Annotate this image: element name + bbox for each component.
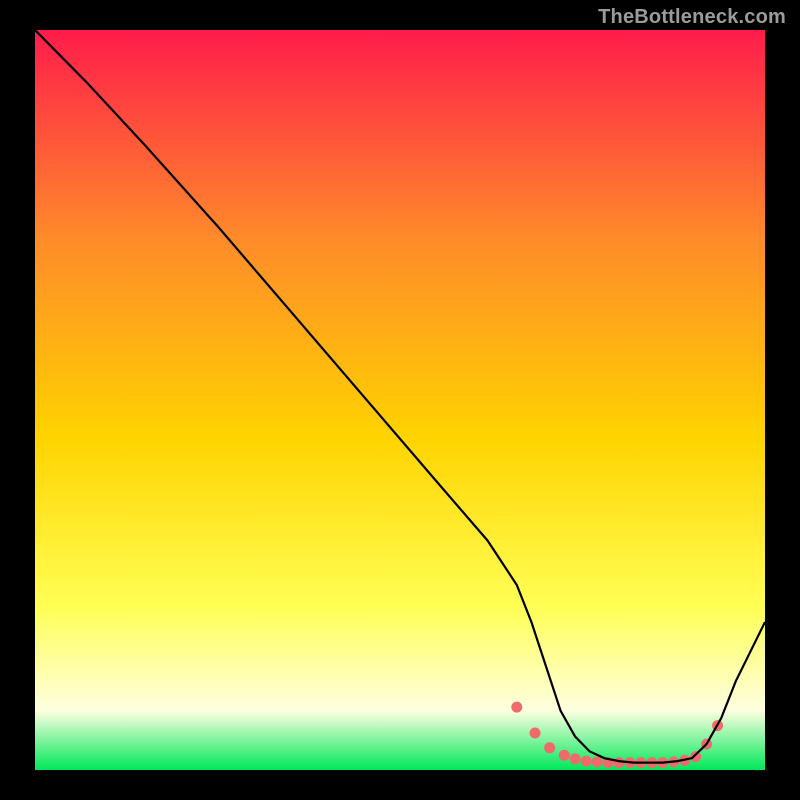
chart-frame: TheBottleneck.com (0, 0, 800, 800)
marker-point (511, 702, 522, 713)
gradient-background (35, 30, 765, 770)
watermark-text: TheBottleneck.com (598, 6, 786, 29)
marker-point (592, 756, 603, 767)
marker-point (581, 756, 592, 767)
marker-point (530, 728, 541, 739)
plot-area (35, 30, 765, 770)
marker-point (570, 753, 581, 764)
marker-point (690, 751, 701, 762)
marker-point (559, 750, 570, 761)
chart-svg (35, 30, 765, 770)
marker-point (544, 742, 555, 753)
